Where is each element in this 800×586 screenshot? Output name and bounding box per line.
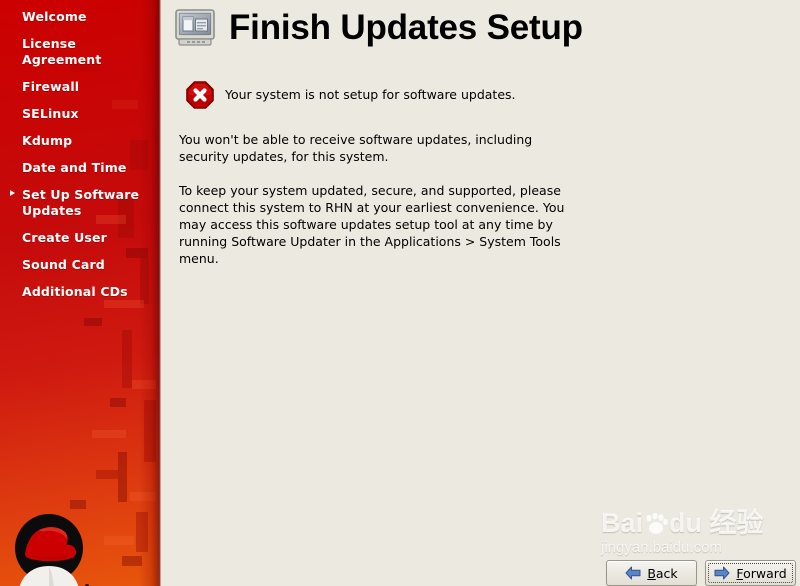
watermark: Bai du 经验 jingyan.baidu.com xyxy=(601,508,800,556)
sidebar-decoration xyxy=(84,318,102,326)
paw-icon xyxy=(643,511,669,534)
forward-button-label: Forward xyxy=(736,566,786,581)
status-row: Your system is not setup for software up… xyxy=(185,80,516,110)
sidebar-item-license-agreement[interactable]: License Agreement xyxy=(0,34,159,70)
sidebar-item-date-and-time[interactable]: Date and Time xyxy=(0,158,159,178)
sidebar-decoration xyxy=(118,452,127,502)
sidebar-decoration xyxy=(92,430,126,438)
page-title: Finish Updates Setup xyxy=(229,8,583,47)
red-hat-shadowman-logo xyxy=(15,514,89,586)
body-paragraph: You won't be able to receive software up… xyxy=(179,132,533,164)
sidebar-nav: Welcome License Agreement Firewall SELin… xyxy=(0,0,159,309)
sidebar-item-label: Firewall xyxy=(22,79,80,94)
sidebar-item-firewall[interactable]: Firewall xyxy=(0,77,159,97)
arrow-right-icon xyxy=(714,566,730,580)
current-step-arrow-icon xyxy=(10,190,15,196)
sidebar-decoration xyxy=(110,398,126,407)
watermark-logo-text-b: du xyxy=(669,508,703,538)
watermark-logo: Bai du 经验 xyxy=(601,508,800,538)
arrow-left-icon xyxy=(625,566,641,580)
forward-button[interactable]: Forward xyxy=(705,560,796,586)
body-paragraph: To keep your system updated, secure, and… xyxy=(179,183,565,266)
error-stop-icon xyxy=(186,81,214,109)
sidebar-decoration xyxy=(96,470,118,479)
sidebar-item-label: Welcome xyxy=(22,9,87,24)
firstboot-window: Welcome License Agreement Firewall SELin… xyxy=(0,0,800,586)
page-header: Finish Updates Setup xyxy=(173,6,583,50)
status-message: Your system is not setup for software up… xyxy=(225,87,516,102)
body-copy: You won't be able to receive software up… xyxy=(179,131,581,267)
button-bar: Back Forward xyxy=(606,560,796,586)
back-label-suffix: ack xyxy=(655,565,678,581)
back-mnemonic: B xyxy=(647,565,656,581)
sidebar-item-kdump[interactable]: Kdump xyxy=(0,131,159,151)
sidebar-item-label: Set Up Software Updates xyxy=(22,187,140,218)
sidebar-item-label: Sound Card xyxy=(22,257,105,272)
sidebar-item-label: Additional CDs xyxy=(22,284,128,299)
sidebar-item-sound-card[interactable]: Sound Card xyxy=(0,255,159,275)
sidebar-decoration xyxy=(122,330,132,388)
content-area: Finish Updates Setup Your system is not … xyxy=(161,0,800,586)
sidebar-item-selinux[interactable]: SELinux xyxy=(0,104,159,124)
sidebar-item-additional-cds[interactable]: Additional CDs xyxy=(0,282,159,302)
monitor-icon xyxy=(175,9,215,46)
watermark-url: jingyan.baidu.com xyxy=(601,539,722,556)
back-button-label: Back xyxy=(647,566,677,581)
sidebar-item-welcome[interactable]: Welcome xyxy=(0,7,159,27)
sidebar: Welcome License Agreement Firewall SELin… xyxy=(0,0,159,586)
sidebar-item-set-up-software-updates[interactable]: Set Up Software Updates xyxy=(0,185,159,221)
sidebar-item-label: Create User xyxy=(22,230,107,245)
watermark-logo-text-c: 经验 xyxy=(709,508,764,538)
sidebar-item-label: License Agreement xyxy=(22,36,102,67)
forward-label-suffix: orward xyxy=(743,565,787,581)
sidebar-item-label: Date and Time xyxy=(22,160,127,175)
sidebar-item-label: SELinux xyxy=(22,106,79,121)
back-button[interactable]: Back xyxy=(606,560,697,586)
sidebar-item-create-user[interactable]: Create User xyxy=(0,228,159,248)
watermark-logo-text-a: Bai xyxy=(601,508,644,538)
sidebar-item-label: Kdump xyxy=(22,133,73,148)
